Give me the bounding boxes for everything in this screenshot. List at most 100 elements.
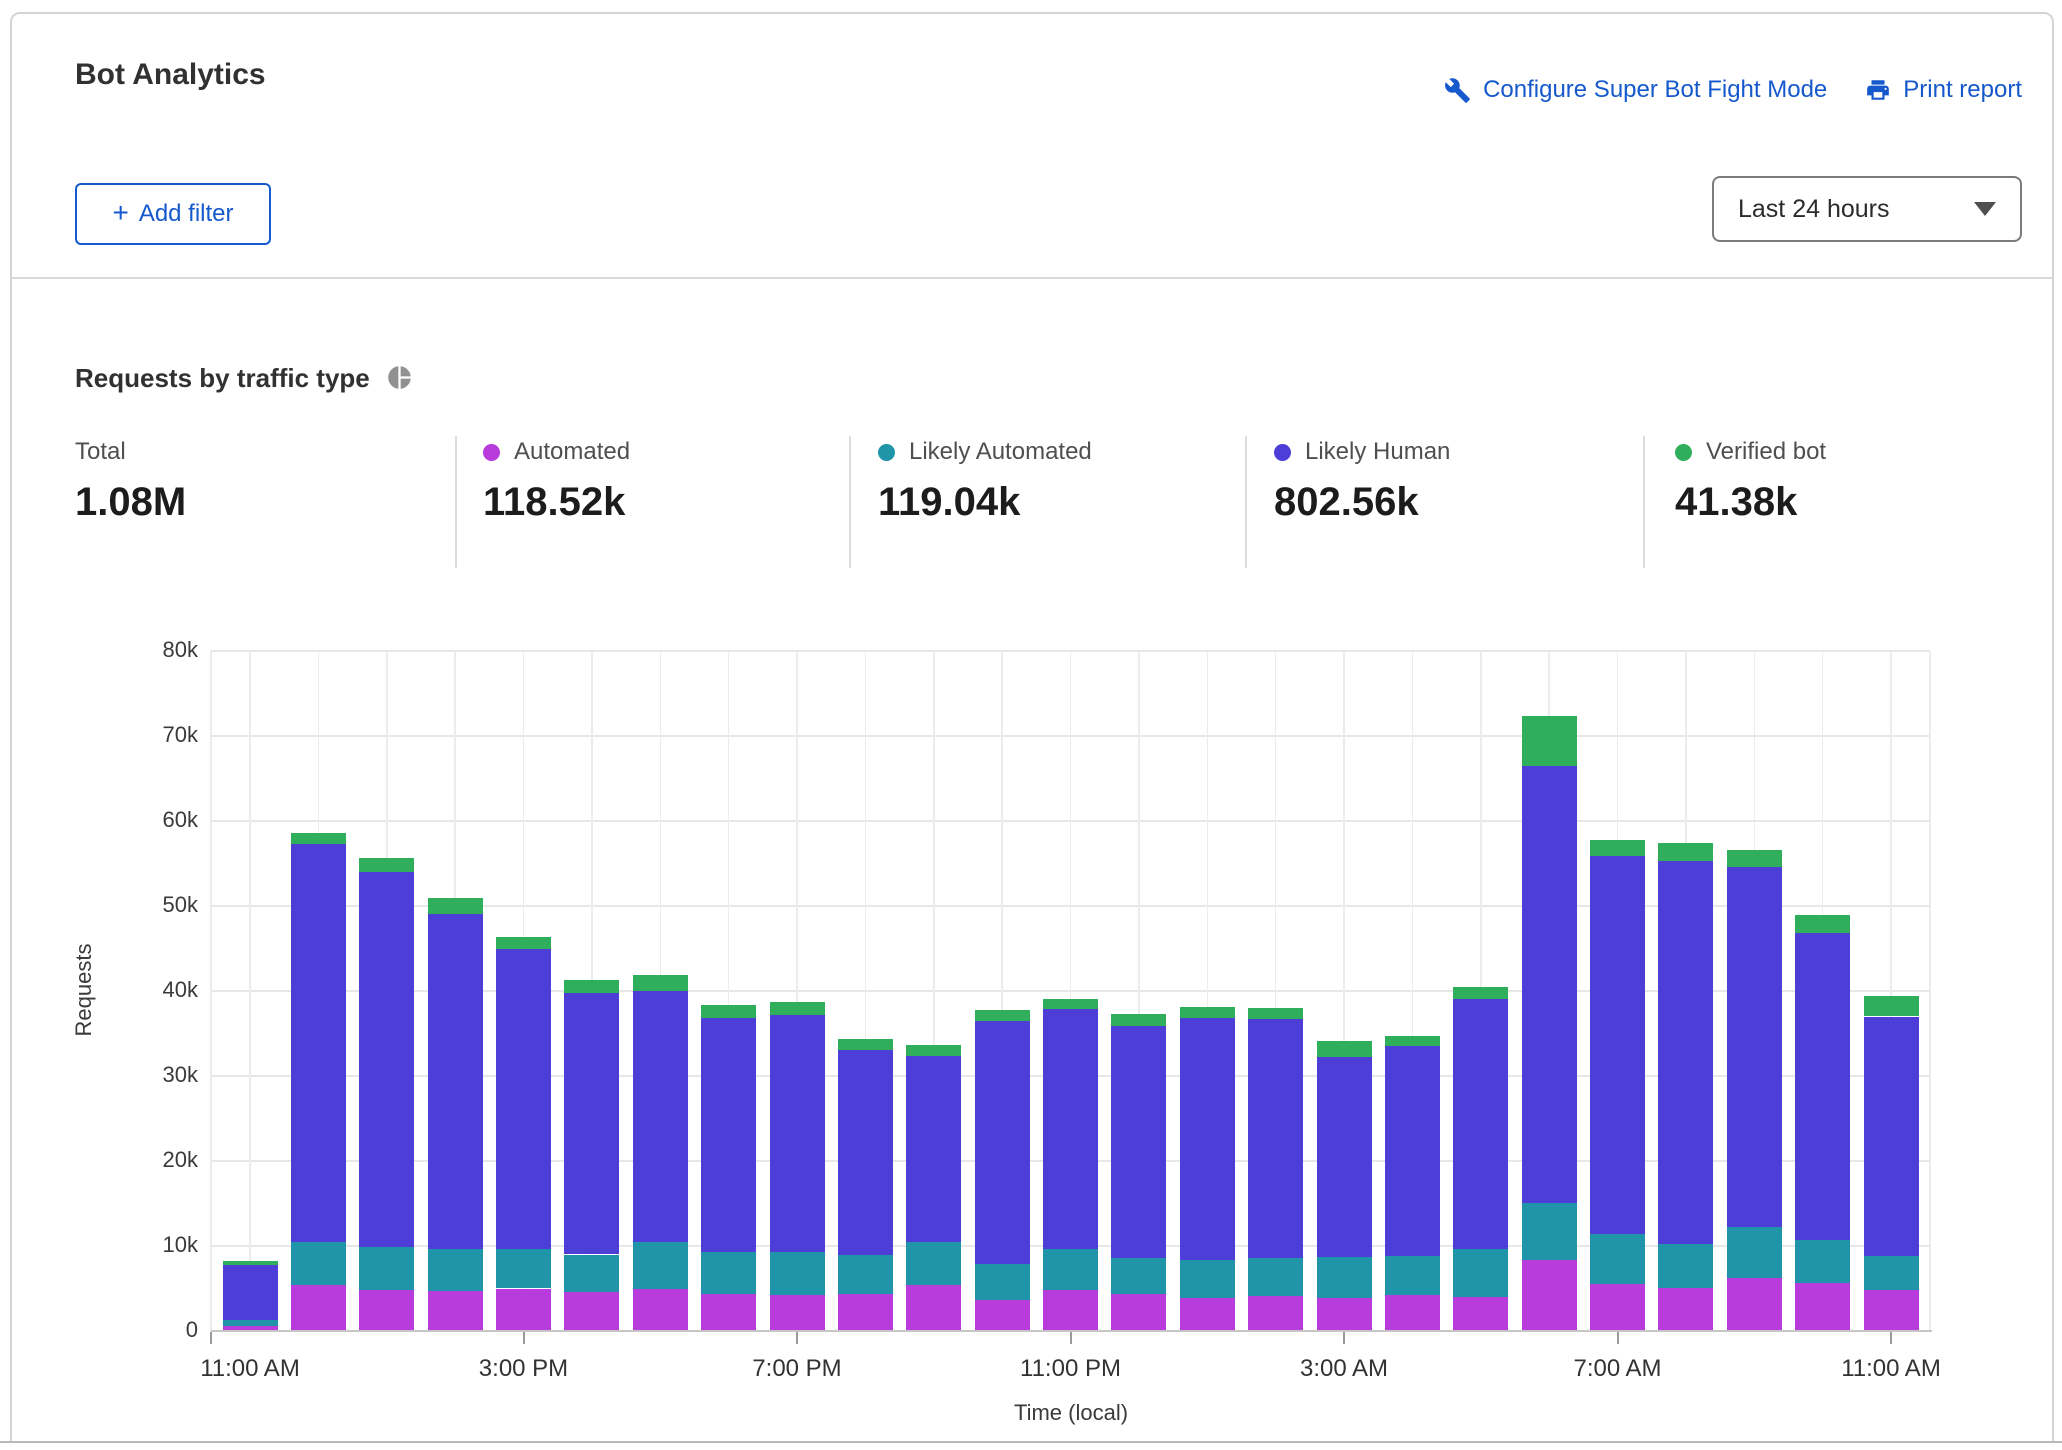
bar-segment[interactable] <box>1521 1202 1577 1261</box>
bar-segment[interactable] <box>632 974 688 991</box>
bar-segment[interactable] <box>1248 1019 1304 1258</box>
bar-segment[interactable] <box>1863 1290 1919 1331</box>
bar-segment[interactable] <box>359 1290 415 1331</box>
bar-segment[interactable] <box>1863 996 1919 1017</box>
bar-segment[interactable] <box>427 1249 483 1292</box>
bar-segment[interactable] <box>906 1055 962 1242</box>
bar-segment[interactable] <box>1726 849 1782 867</box>
bar-segment[interactable] <box>1248 1257 1304 1297</box>
bar-segment[interactable] <box>1179 1259 1235 1299</box>
bar-segment[interactable] <box>1111 1258 1167 1294</box>
bar-segment[interactable] <box>1248 1296 1304 1331</box>
bar-segment[interactable] <box>1179 1007 1235 1019</box>
bar-segment[interactable] <box>701 1004 757 1019</box>
bar-segment[interactable] <box>1795 1240 1851 1283</box>
bar-segment[interactable] <box>906 1241 962 1286</box>
bar-segment[interactable] <box>1795 933 1851 1241</box>
bar-segment[interactable] <box>427 913 483 1250</box>
bar-segment[interactable] <box>1384 1256 1440 1296</box>
bar-segment[interactable] <box>564 1291 620 1331</box>
bar-segment[interactable] <box>222 1261 278 1265</box>
bar-segment[interactable] <box>496 949 551 1249</box>
bar-segment[interactable] <box>1248 1008 1304 1020</box>
bar-segment[interactable] <box>1726 1278 1782 1331</box>
bar-segment[interactable] <box>1453 986 1509 999</box>
bar-segment[interactable] <box>769 1002 825 1015</box>
bar-segment[interactable] <box>290 1285 346 1331</box>
bar-segment[interactable] <box>359 872 415 1247</box>
bar-segment[interactable] <box>222 1319 278 1326</box>
bar-segment[interactable] <box>496 1248 551 1289</box>
bar-segment[interactable] <box>1316 1041 1372 1058</box>
bar-segment[interactable] <box>1043 1249 1098 1291</box>
bar-segment[interactable] <box>974 1009 1030 1021</box>
bar-segment[interactable] <box>1658 860 1714 1245</box>
bar-segment[interactable] <box>701 1018 757 1252</box>
bar-segment[interactable] <box>290 832 346 844</box>
bar-segment[interactable] <box>427 1291 483 1331</box>
bar-segment[interactable] <box>1590 839 1645 856</box>
bar-segment[interactable] <box>1726 866 1782 1228</box>
bar-segment[interactable] <box>290 843 346 1242</box>
bar-segment[interactable] <box>1521 765 1577 1203</box>
bar-segment[interactable] <box>427 897 483 914</box>
bar-segment[interactable] <box>1179 1018 1235 1260</box>
bar-segment[interactable] <box>1590 855 1645 1235</box>
bar-segment[interactable] <box>906 1045 962 1056</box>
bar-segment[interactable] <box>1453 998 1509 1249</box>
bar-segment[interactable] <box>1384 1295 1440 1331</box>
bar-segment[interactable] <box>1658 843 1714 861</box>
bar-segment[interactable] <box>1111 1025 1167 1259</box>
bar-segment[interactable] <box>1863 1256 1919 1291</box>
bar-segment[interactable] <box>1726 1227 1782 1279</box>
bar-segment[interactable] <box>837 1049 893 1256</box>
bar-segment[interactable] <box>632 1289 688 1331</box>
bar-segment[interactable] <box>564 992 620 1255</box>
bar-segment[interactable] <box>1043 998 1098 1009</box>
bar-segment[interactable] <box>496 936 551 950</box>
bar-segment[interactable] <box>632 1241 688 1290</box>
bar-segment[interactable] <box>1043 1008 1098 1250</box>
bar-segment[interactable] <box>1453 1248 1509 1297</box>
bar-segment[interactable] <box>359 1246 415 1291</box>
bar-segment[interactable] <box>1658 1244 1714 1288</box>
bar-segment[interactable] <box>1043 1290 1098 1331</box>
bar-segment[interactable] <box>632 991 688 1242</box>
bar-segment[interactable] <box>974 1299 1030 1331</box>
bar-segment[interactable] <box>701 1251 757 1294</box>
bar-segment[interactable] <box>1453 1297 1509 1331</box>
bar-segment[interactable] <box>1384 1036 1440 1047</box>
bar-segment[interactable] <box>1521 716 1577 766</box>
bar-segment[interactable] <box>769 1251 825 1296</box>
bar-segment[interactable] <box>1521 1260 1577 1331</box>
bar-segment[interactable] <box>564 1254 620 1292</box>
bar-segment[interactable] <box>1863 1016 1919 1257</box>
bar-segment[interactable] <box>1111 1013 1167 1026</box>
bar-segment[interactable] <box>1111 1293 1167 1331</box>
bar-segment[interactable] <box>290 1241 346 1286</box>
bar-segment[interactable] <box>359 857 415 872</box>
bar-segment[interactable] <box>1316 1057 1372 1258</box>
bar-segment[interactable] <box>1384 1046 1440 1257</box>
bar-segment[interactable] <box>1590 1284 1645 1331</box>
bar-segment[interactable] <box>1795 1282 1851 1331</box>
bar-segment[interactable] <box>496 1288 551 1331</box>
bar-segment[interactable] <box>974 1020 1030 1264</box>
bar-segment[interactable] <box>1179 1298 1235 1331</box>
bar-segment[interactable] <box>1590 1234 1645 1285</box>
bar-segment[interactable] <box>1795 915 1851 934</box>
bar-segment[interactable] <box>1658 1287 1714 1331</box>
bar-segment[interactable] <box>837 1255 893 1295</box>
bar-segment[interactable] <box>769 1014 825 1252</box>
bar-segment[interactable] <box>564 979 620 993</box>
bar-segment[interactable] <box>701 1293 757 1331</box>
bar-segment[interactable] <box>974 1263 1030 1300</box>
bar-segment[interactable] <box>837 1038 893 1050</box>
bar-segment[interactable] <box>1316 1257 1372 1298</box>
bar-segment[interactable] <box>222 1264 278 1320</box>
bar-segment[interactable] <box>1316 1297 1372 1331</box>
bar-segment[interactable] <box>837 1294 893 1331</box>
bottom-mask <box>0 1443 2062 1450</box>
bar-segment[interactable] <box>906 1285 962 1331</box>
bar-segment[interactable] <box>769 1295 825 1331</box>
